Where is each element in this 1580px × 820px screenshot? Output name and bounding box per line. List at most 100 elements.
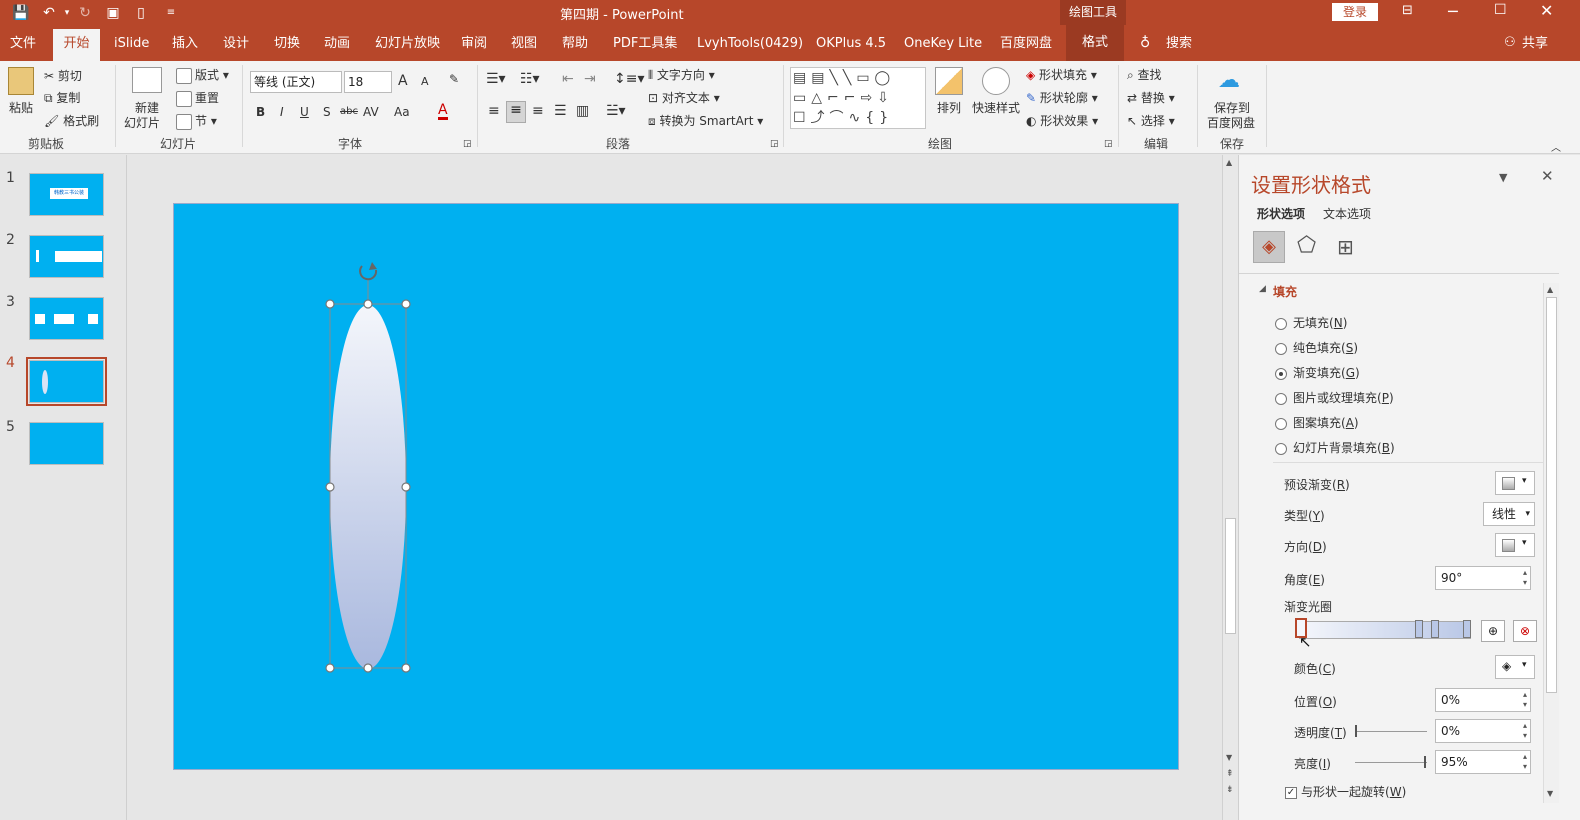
- align-text-button[interactable]: ⊡ 对齐文本 ▾: [648, 89, 720, 106]
- bullets-icon[interactable]: ☰▾: [486, 71, 506, 87]
- brightness-slider-thumb[interactable]: [1424, 756, 1426, 768]
- shape-effects-button[interactable]: ◐ 形状效果 ▾: [1026, 112, 1098, 129]
- redo-icon[interactable]: ↻: [76, 4, 94, 22]
- resize-handle[interactable]: [325, 299, 335, 309]
- grow-font-button[interactable]: A: [398, 73, 408, 89]
- arrange-button[interactable]: 排列: [937, 99, 961, 116]
- radio-gradient-fill[interactable]: 渐变填充(G): [1275, 364, 1360, 381]
- resize-handle[interactable]: [401, 663, 411, 673]
- slide-thumbnail-5[interactable]: [29, 422, 104, 465]
- tab-insert[interactable]: 插入: [172, 35, 198, 55]
- tab-islide[interactable]: iSlide: [114, 35, 149, 55]
- quick-styles-icon[interactable]: [982, 67, 1010, 95]
- layout-button[interactable]: 版式 ▾: [176, 66, 229, 84]
- radio-picture-fill[interactable]: 图片或纹理填充(P): [1275, 389, 1394, 406]
- italic-button[interactable]: I: [280, 105, 284, 119]
- new-slide-icon[interactable]: [132, 67, 162, 93]
- next-slide-icon[interactable]: ⇟: [1226, 785, 1234, 795]
- tab-text-options[interactable]: 文本选项: [1323, 205, 1371, 222]
- checkbox-checked-icon[interactable]: ✓: [1285, 786, 1297, 799]
- pane-options-icon[interactable]: ▼: [1499, 171, 1507, 184]
- align-center-icon[interactable]: ≡: [506, 101, 526, 123]
- new-slide-label-2[interactable]: 幻灯片: [124, 114, 160, 131]
- text-direction-button[interactable]: ⫴ 文字方向 ▾: [648, 66, 715, 83]
- fill-section-header[interactable]: 填充: [1273, 283, 1297, 300]
- radio-no-fill[interactable]: 无填充(N): [1275, 314, 1347, 331]
- radio-slide-background-fill[interactable]: 幻灯片背景填充(B): [1275, 439, 1395, 456]
- direction-dropdown[interactable]: ▾: [1495, 533, 1535, 557]
- transparency-slider[interactable]: [1355, 731, 1427, 732]
- gradient-stop[interactable]: [1463, 620, 1471, 638]
- collapse-section-icon[interactable]: ◢: [1259, 284, 1266, 294]
- tab-shape-options[interactable]: 形状选项: [1257, 205, 1305, 222]
- columns-icon[interactable]: ▥: [576, 103, 589, 119]
- scroll-up-icon[interactable]: ▲: [1226, 158, 1232, 167]
- chevron-down-icon[interactable]: ▾: [58, 4, 76, 22]
- convert-smartart-button[interactable]: ⧈ 转换为 SmartArt ▾: [648, 112, 763, 129]
- scroll-thumb[interactable]: [1546, 297, 1557, 693]
- underline-button[interactable]: U: [300, 105, 309, 119]
- find-button[interactable]: ⌕ 查找: [1127, 66, 1162, 83]
- tab-file[interactable]: 文件: [10, 35, 36, 55]
- undo-icon[interactable]: ↶: [40, 4, 58, 22]
- preset-gradient-dropdown[interactable]: ▾: [1495, 471, 1535, 495]
- change-case-button[interactable]: Aa: [394, 105, 410, 119]
- baidu-cloud-icon[interactable]: ☁: [1218, 68, 1240, 93]
- save-icon[interactable]: 💾: [12, 4, 30, 22]
- radio-solid-fill[interactable]: 纯色填充(S): [1275, 339, 1358, 356]
- tab-review[interactable]: 审阅: [461, 35, 487, 55]
- close-icon[interactable]: ✕: [1540, 1, 1553, 20]
- remove-stop-icon[interactable]: ⊗: [1513, 620, 1537, 642]
- resize-handle[interactable]: [363, 663, 373, 673]
- slide-thumbnail-4[interactable]: [29, 360, 104, 403]
- paste-icon[interactable]: [8, 67, 34, 95]
- strikethrough-button[interactable]: abc: [340, 106, 358, 117]
- tab-slideshow[interactable]: 幻灯片放映: [375, 35, 440, 55]
- align-objects-icon[interactable]: ☱▾: [606, 103, 626, 119]
- selected-ellipse-shape[interactable]: [320, 258, 420, 678]
- justify-icon[interactable]: ☰: [554, 103, 567, 119]
- scroll-thumb[interactable]: [1225, 518, 1236, 634]
- previous-slide-icon[interactable]: ⇞: [1226, 769, 1234, 779]
- font-name-combo[interactable]: 等线 (正文): [250, 71, 342, 93]
- fill-line-icon[interactable]: ◈: [1253, 231, 1285, 263]
- customize-icon[interactable]: ≡: [162, 4, 180, 22]
- font-size-combo[interactable]: 18: [344, 71, 392, 93]
- color-picker-button[interactable]: ◈ ▾: [1495, 655, 1535, 679]
- shape-fill-button[interactable]: ◈ 形状填充 ▾: [1026, 66, 1097, 83]
- format-painter-button[interactable]: 🖌 格式刷: [44, 112, 99, 129]
- slide-thumbnail-1[interactable]: 韩教三书公装: [29, 173, 104, 216]
- login-button[interactable]: 登录: [1332, 3, 1378, 21]
- angle-spinner[interactable]: 90°: [1435, 566, 1531, 590]
- gradient-type-dropdown[interactable]: 线性 ▾: [1483, 502, 1535, 526]
- tab-home[interactable]: 开始: [53, 29, 100, 61]
- add-stop-icon[interactable]: ⊕: [1481, 620, 1505, 642]
- tab-lvyhtools[interactable]: LvyhTools(0429): [697, 35, 803, 55]
- slide-thumbnail-3[interactable]: [29, 297, 104, 340]
- dialog-launcher-icon[interactable]: ◲: [1104, 139, 1113, 149]
- new-icon[interactable]: ▯: [132, 4, 150, 22]
- shadow-button[interactable]: S: [323, 105, 331, 119]
- reset-button[interactable]: 重置: [176, 89, 219, 107]
- gradient-ellipse[interactable]: [330, 305, 406, 669]
- char-spacing-button[interactable]: AV: [363, 105, 379, 119]
- collapse-ribbon-icon[interactable]: ︿: [1551, 139, 1561, 154]
- line-spacing-icon[interactable]: ↕≡▾: [614, 71, 645, 87]
- cut-button[interactable]: ✂ 剪切: [44, 67, 82, 84]
- brightness-spinner[interactable]: 95%: [1435, 750, 1531, 774]
- radio-pattern-fill[interactable]: 图案填充(A): [1275, 414, 1359, 431]
- arrange-icon[interactable]: [935, 67, 963, 95]
- gradient-stop[interactable]: [1415, 620, 1423, 638]
- resize-handle[interactable]: [363, 299, 373, 309]
- transparency-slider-thumb[interactable]: [1355, 725, 1357, 737]
- select-button[interactable]: ↖ 选择 ▾: [1127, 112, 1175, 129]
- radio-circle[interactable]: [1275, 342, 1287, 355]
- ribbon-display-icon[interactable]: ⊟: [1402, 3, 1413, 18]
- resize-handle[interactable]: [325, 663, 335, 673]
- resize-handle[interactable]: [401, 299, 411, 309]
- tab-transitions[interactable]: 切换: [274, 35, 300, 55]
- save-to-label-2[interactable]: 百度网盘: [1207, 114, 1255, 131]
- radio-circle[interactable]: [1275, 392, 1287, 405]
- minimize-icon[interactable]: ─: [1448, 2, 1458, 21]
- rotate-handle-icon[interactable]: [359, 262, 378, 281]
